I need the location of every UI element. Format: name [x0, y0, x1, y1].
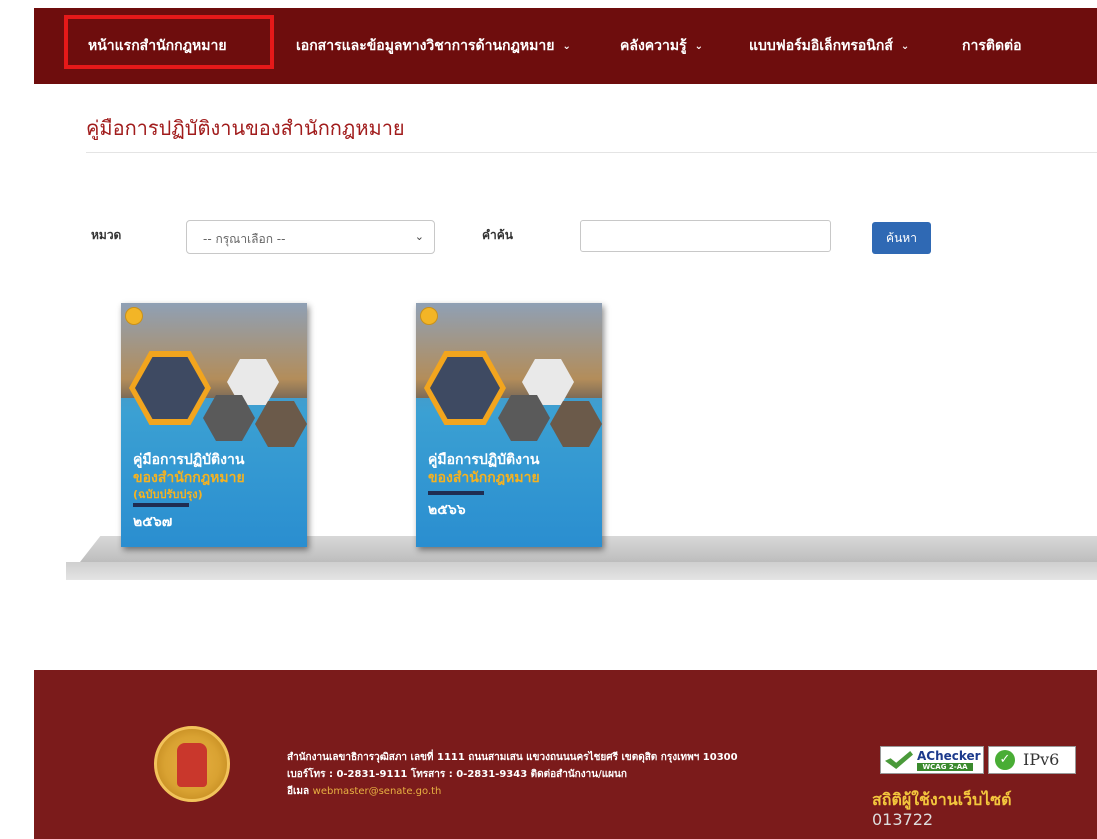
footer: สำนักงานเลขาธิการวุฒิสภา เลขที่ 1111 ถนน… — [34, 670, 1097, 839]
footer-email-row: อีเมล webmaster@senate.go.th — [287, 784, 441, 799]
visitor-counter: 013722 — [872, 810, 934, 829]
footer-email-label: อีเมล — [287, 786, 310, 797]
keyword-label: คำค้น — [482, 228, 513, 242]
title-divider — [86, 152, 1097, 153]
nav-item-eforms[interactable]: แบบฟอร์มอิเล็กทรอนิกส์ ⌄ — [749, 8, 909, 84]
book-title-line2: ของสำนักกฎหมาย — [428, 470, 540, 486]
cover-bar — [133, 503, 189, 507]
footer-address: สำนักงานเลขาธิการวุฒิสภา เลขที่ 1111 ถนน… — [287, 752, 738, 763]
nav-item-label: เอกสารและข้อมูลทางวิชาการด้านกฎหมาย — [296, 38, 555, 54]
cover-bar — [428, 491, 484, 495]
achecker-badge[interactable]: AChecker WCAG 2-AA — [880, 746, 984, 774]
ipv6-label: IPv6 — [1023, 750, 1060, 769]
chevron-down-icon: ⌄ — [414, 230, 424, 243]
shelf-front — [66, 562, 1097, 580]
senate-emblem-icon — [154, 726, 230, 802]
seal-icon — [125, 307, 143, 325]
check-icon — [885, 751, 913, 769]
book-title-line3: (ฉบับปรับปรุง) — [133, 488, 203, 501]
category-label: หมวด — [91, 228, 122, 242]
nav-item-knowledge[interactable]: คลังความรู้ ⌄ — [620, 8, 703, 84]
footer-email-link[interactable]: webmaster@senate.go.th — [313, 786, 442, 797]
book-year: ๒๕๖๖ — [428, 502, 466, 518]
category-selected-value: -- กรุณาเลือก -- — [203, 232, 286, 246]
chevron-down-icon: ⌄ — [694, 40, 704, 52]
category-select[interactable]: -- กรุณาเลือก -- ⌄ — [186, 220, 435, 254]
cover-hexagon — [255, 401, 307, 447]
search-button[interactable]: ค้นหา — [872, 222, 931, 254]
page-title: คู่มือการปฏิบัติงานของสำนักกฎหมาย — [86, 116, 405, 140]
nav-item-contact[interactable]: การติดต่อ — [962, 8, 1022, 84]
book-year: ๒๕๖๗ — [133, 514, 173, 530]
chevron-down-icon: ⌄ — [562, 40, 571, 52]
check-circle-icon: ✓ — [995, 750, 1015, 770]
cover-hexagon — [550, 401, 602, 447]
chevron-down-icon: ⌄ — [900, 40, 910, 52]
nav-item-legal-documents[interactable]: เอกสารและข้อมูลทางวิชาการด้านกฎหมาย ⌄ — [296, 8, 571, 84]
keyword-input[interactable] — [580, 220, 831, 252]
highlight-box — [64, 15, 274, 69]
wcag-label: WCAG 2-AA — [917, 763, 973, 771]
nav-item-label: คลังความรู้ — [620, 38, 687, 54]
book-cover-2566[interactable]: คู่มือการปฏิบัติงาน ของสำนักกฎหมาย ๒๕๖๖ — [416, 303, 602, 547]
seal-icon — [420, 307, 438, 325]
nav-item-label: การติดต่อ — [962, 38, 1022, 54]
book-cover-2567[interactable]: คู่มือการปฏิบัติงาน ของสำนักกฎหมาย (ฉบับ… — [121, 303, 307, 547]
nav-item-label: แบบฟอร์มอิเล็กทรอนิกส์ — [749, 38, 893, 54]
achecker-label: AChecker — [917, 749, 981, 763]
ipv6-badge[interactable]: ✓ IPv6 — [988, 746, 1076, 774]
footer-phone: เบอร์โทร : 0-2831-9111 โทรสาร : 0-2831-9… — [287, 769, 627, 780]
